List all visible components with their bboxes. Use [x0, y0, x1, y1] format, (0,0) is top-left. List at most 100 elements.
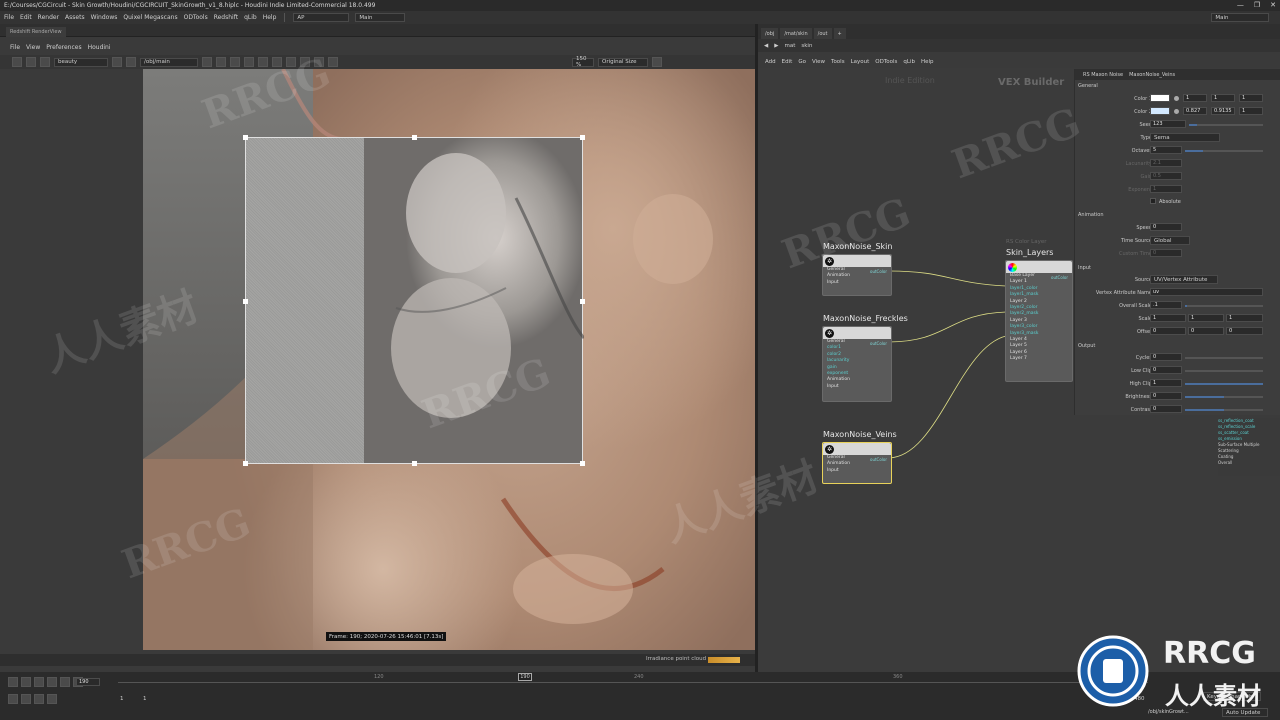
crop-handle[interactable]	[580, 299, 585, 304]
menu-quixel[interactable]: Quixel Megascans	[123, 14, 177, 21]
gain-field[interactable]: 0.5	[1150, 172, 1182, 180]
vertex-attr-field[interactable]: uv	[1150, 288, 1263, 296]
scale-y[interactable]: 1	[1188, 314, 1224, 322]
node-maxonnoise-freckles[interactable]: ✲ outColor General color1 color2 lacunar…	[822, 326, 892, 402]
section-output[interactable]: Output	[1078, 343, 1095, 349]
crop-handle[interactable]	[412, 135, 417, 140]
seed-slider[interactable]	[1189, 124, 1263, 126]
color2-swatch[interactable]	[1150, 107, 1170, 115]
maximize-icon[interactable]: ❐	[1254, 1, 1260, 9]
overall-scale-field[interactable]: .1	[1150, 301, 1182, 309]
tool-icon[interactable]	[216, 57, 226, 67]
tab-obj[interactable]: /obj	[761, 28, 779, 39]
step-back-icon[interactable]	[21, 677, 31, 687]
tab-renderview[interactable]: Redshift RenderView	[6, 27, 66, 37]
cycles-field[interactable]: 0	[1150, 353, 1182, 361]
goto-end-icon[interactable]	[60, 677, 70, 687]
tab-mat-skin[interactable]: /mat/skin	[780, 28, 812, 39]
zoom-field[interactable]: 150 %	[572, 56, 594, 68]
minimize-icon[interactable]: —	[1237, 1, 1244, 9]
tab-out[interactable]: /out	[813, 28, 832, 39]
tool-icon[interactable]	[244, 57, 254, 67]
overall-scale-slider[interactable]	[1185, 305, 1263, 307]
refresh-icon[interactable]	[40, 57, 50, 67]
exponent-field[interactable]: 1	[1150, 185, 1182, 193]
audio-icon[interactable]	[8, 694, 18, 704]
low-clip-field[interactable]: 0	[1150, 366, 1182, 374]
range-start[interactable]: 1	[120, 696, 124, 702]
menu-assets[interactable]: Assets	[65, 14, 85, 21]
camera-dropdown[interactable]: /obj/main	[140, 57, 198, 67]
current-frame-field[interactable]: 190	[76, 678, 100, 686]
timeline-track[interactable]	[118, 682, 1148, 683]
tool-icon[interactable]	[202, 57, 212, 67]
tool-icon[interactable]	[258, 57, 268, 67]
range-start-2[interactable]: 1	[143, 696, 147, 702]
low-clip-slider[interactable]	[1185, 370, 1263, 372]
crop-handle[interactable]	[580, 461, 585, 466]
net-menu-qlib[interactable]: qLib	[903, 59, 915, 65]
color1-b[interactable]: 1	[1239, 94, 1263, 102]
offset-y[interactable]: 0	[1188, 327, 1224, 335]
tool-icon[interactable]	[300, 57, 310, 67]
absolute-checkbox[interactable]	[1150, 198, 1156, 204]
crop-handle[interactable]	[412, 461, 417, 466]
menu-help[interactable]: Help	[263, 14, 277, 21]
net-menu-help[interactable]: Help	[921, 59, 934, 65]
menu-render[interactable]: Render	[38, 14, 59, 21]
rv-menu-preferences[interactable]: Preferences	[46, 44, 81, 51]
lock-icon[interactable]	[126, 57, 136, 67]
time-source-dropdown[interactable]: Global	[1150, 236, 1190, 245]
custom-time-field[interactable]: 0	[1150, 249, 1182, 257]
realtime-icon[interactable]	[47, 694, 57, 704]
tool-icon[interactable]	[272, 57, 282, 67]
node-maxonnoise-veins[interactable]: ✲ outColor General Animation Input	[822, 442, 892, 484]
offset-x[interactable]: 0	[1150, 327, 1186, 335]
crop-handle[interactable]	[580, 135, 585, 140]
scale-x[interactable]: 1	[1150, 314, 1186, 322]
play-icon[interactable]	[47, 677, 57, 687]
net-menu-tools[interactable]: Tools	[831, 59, 845, 65]
scale-z[interactable]: 1	[1226, 314, 1263, 322]
offset-z[interactable]: 0	[1226, 327, 1263, 335]
color1-swatch[interactable]	[1150, 94, 1170, 102]
goto-start-icon[interactable]	[8, 677, 18, 687]
color-picker-icon[interactable]	[1174, 109, 1179, 114]
net-menu-go[interactable]: Go	[798, 59, 806, 65]
brightness-field[interactable]: 0	[1150, 392, 1182, 400]
node-name-field[interactable]: MaxonNoise_Veins	[1129, 72, 1175, 78]
menu-odtools[interactable]: ODTools	[184, 14, 208, 21]
net-menu-view[interactable]: View	[812, 59, 825, 65]
keys-icon[interactable]	[21, 694, 31, 704]
menu-edit[interactable]: Edit	[20, 14, 32, 21]
settings-gear-icon[interactable]	[652, 57, 662, 67]
brightness-slider[interactable]	[1185, 396, 1263, 398]
rv-menu-houdini[interactable]: Houdini	[88, 44, 111, 51]
node-maxonnoise-skin[interactable]: ✲ outColor General Animation Input	[822, 254, 892, 296]
contrast-slider[interactable]	[1185, 409, 1263, 411]
tool-icon[interactable]	[328, 57, 338, 67]
render-stop-icon[interactable]	[26, 57, 36, 67]
rv-menu-file[interactable]: File	[10, 44, 20, 51]
crop-handle[interactable]	[243, 299, 248, 304]
tool-icon[interactable]	[286, 57, 296, 67]
color2-g[interactable]: 0.9135	[1211, 107, 1235, 115]
section-general[interactable]: General	[1078, 83, 1098, 89]
net-menu-odtools[interactable]: ODTools	[875, 59, 897, 65]
menu-redshift[interactable]: Redshift	[214, 14, 238, 21]
cycles-slider[interactable]	[1185, 357, 1263, 359]
crop-region[interactable]	[243, 135, 585, 466]
type-dropdown[interactable]: Sema	[1150, 133, 1220, 142]
color-picker-icon[interactable]	[1174, 96, 1179, 101]
right-main-dropdown[interactable]: Main	[1211, 13, 1270, 22]
color1-r[interactable]: 1	[1183, 94, 1207, 102]
render-start-icon[interactable]	[12, 57, 22, 67]
source-dropdown[interactable]: UV/Vertex Attribute	[1150, 275, 1218, 284]
high-clip-field[interactable]: 1	[1150, 379, 1182, 387]
net-menu-edit[interactable]: Edit	[782, 59, 793, 65]
camera-icon[interactable]	[112, 57, 122, 67]
render-viewport[interactable]: Frame: 190; 2020-07-26 15:46:01 [7.13s]	[0, 69, 755, 654]
menu-qlib[interactable]: qLib	[244, 14, 257, 21]
playhead[interactable]: 190	[518, 673, 532, 681]
forward-icon[interactable]: ▶	[774, 43, 778, 49]
